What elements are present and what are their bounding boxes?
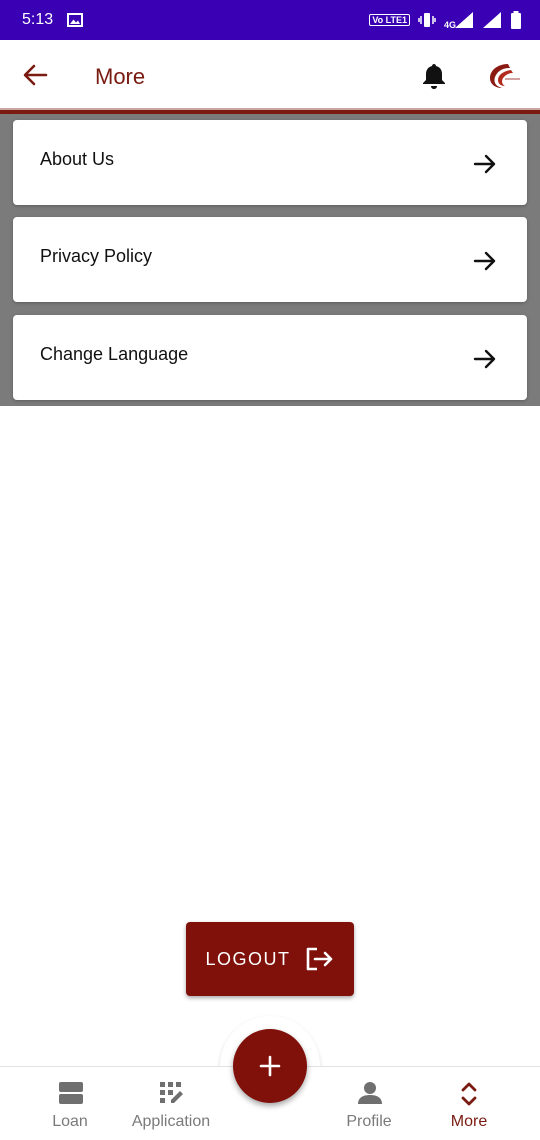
menu-item-privacy-policy[interactable]: Privacy Policy [13,217,527,302]
status-bar: 5:13 Vo LTE1 4G [0,0,540,40]
nav-item-application[interactable]: Application [111,1067,231,1140]
nav-item-more[interactable]: More [409,1067,529,1140]
vibrate-icon [418,13,436,27]
loan-icon [59,1082,83,1104]
application-icon [160,1082,183,1103]
brand-logo [490,64,520,88]
menu-item-label: About Us [40,149,115,169]
nav-label-application: Application [131,1113,211,1130]
menu-item-about-us[interactable]: About Us [13,120,527,205]
logout-button[interactable]: LOGOUT [186,922,354,996]
signal-icon-2 [483,12,501,28]
more-icon [461,1082,477,1106]
status-icons: Vo LTE1 4G [369,11,522,30]
nav-label-more: More [450,1113,488,1130]
page-title: More [95,64,146,89]
status-time: 5:13 [22,11,54,28]
signal-icon [455,12,473,28]
profile-icon [358,1082,382,1104]
menu-item-change-language[interactable]: Change Language [13,315,527,400]
menu-item-label: Privacy Policy [40,246,153,266]
logout-label: LOGOUT [205,948,291,969]
logout-icon [306,947,332,971]
add-fab-button[interactable] [233,1029,307,1103]
notification-bell-icon[interactable] [421,62,447,90]
arrow-right-icon [473,154,496,174]
plus-icon [259,1055,281,1077]
back-arrow-icon[interactable] [22,62,48,88]
app-bar: More [0,40,540,110]
arrow-right-icon [473,251,496,271]
menu-item-label: Change Language [40,344,189,364]
battery-icon [511,11,521,29]
menu-list: About Us Privacy Policy Change Language [0,114,540,406]
volte-icon: Vo LTE1 [369,14,410,26]
gallery-notification-icon [67,13,84,27]
arrow-right-icon [473,349,496,369]
